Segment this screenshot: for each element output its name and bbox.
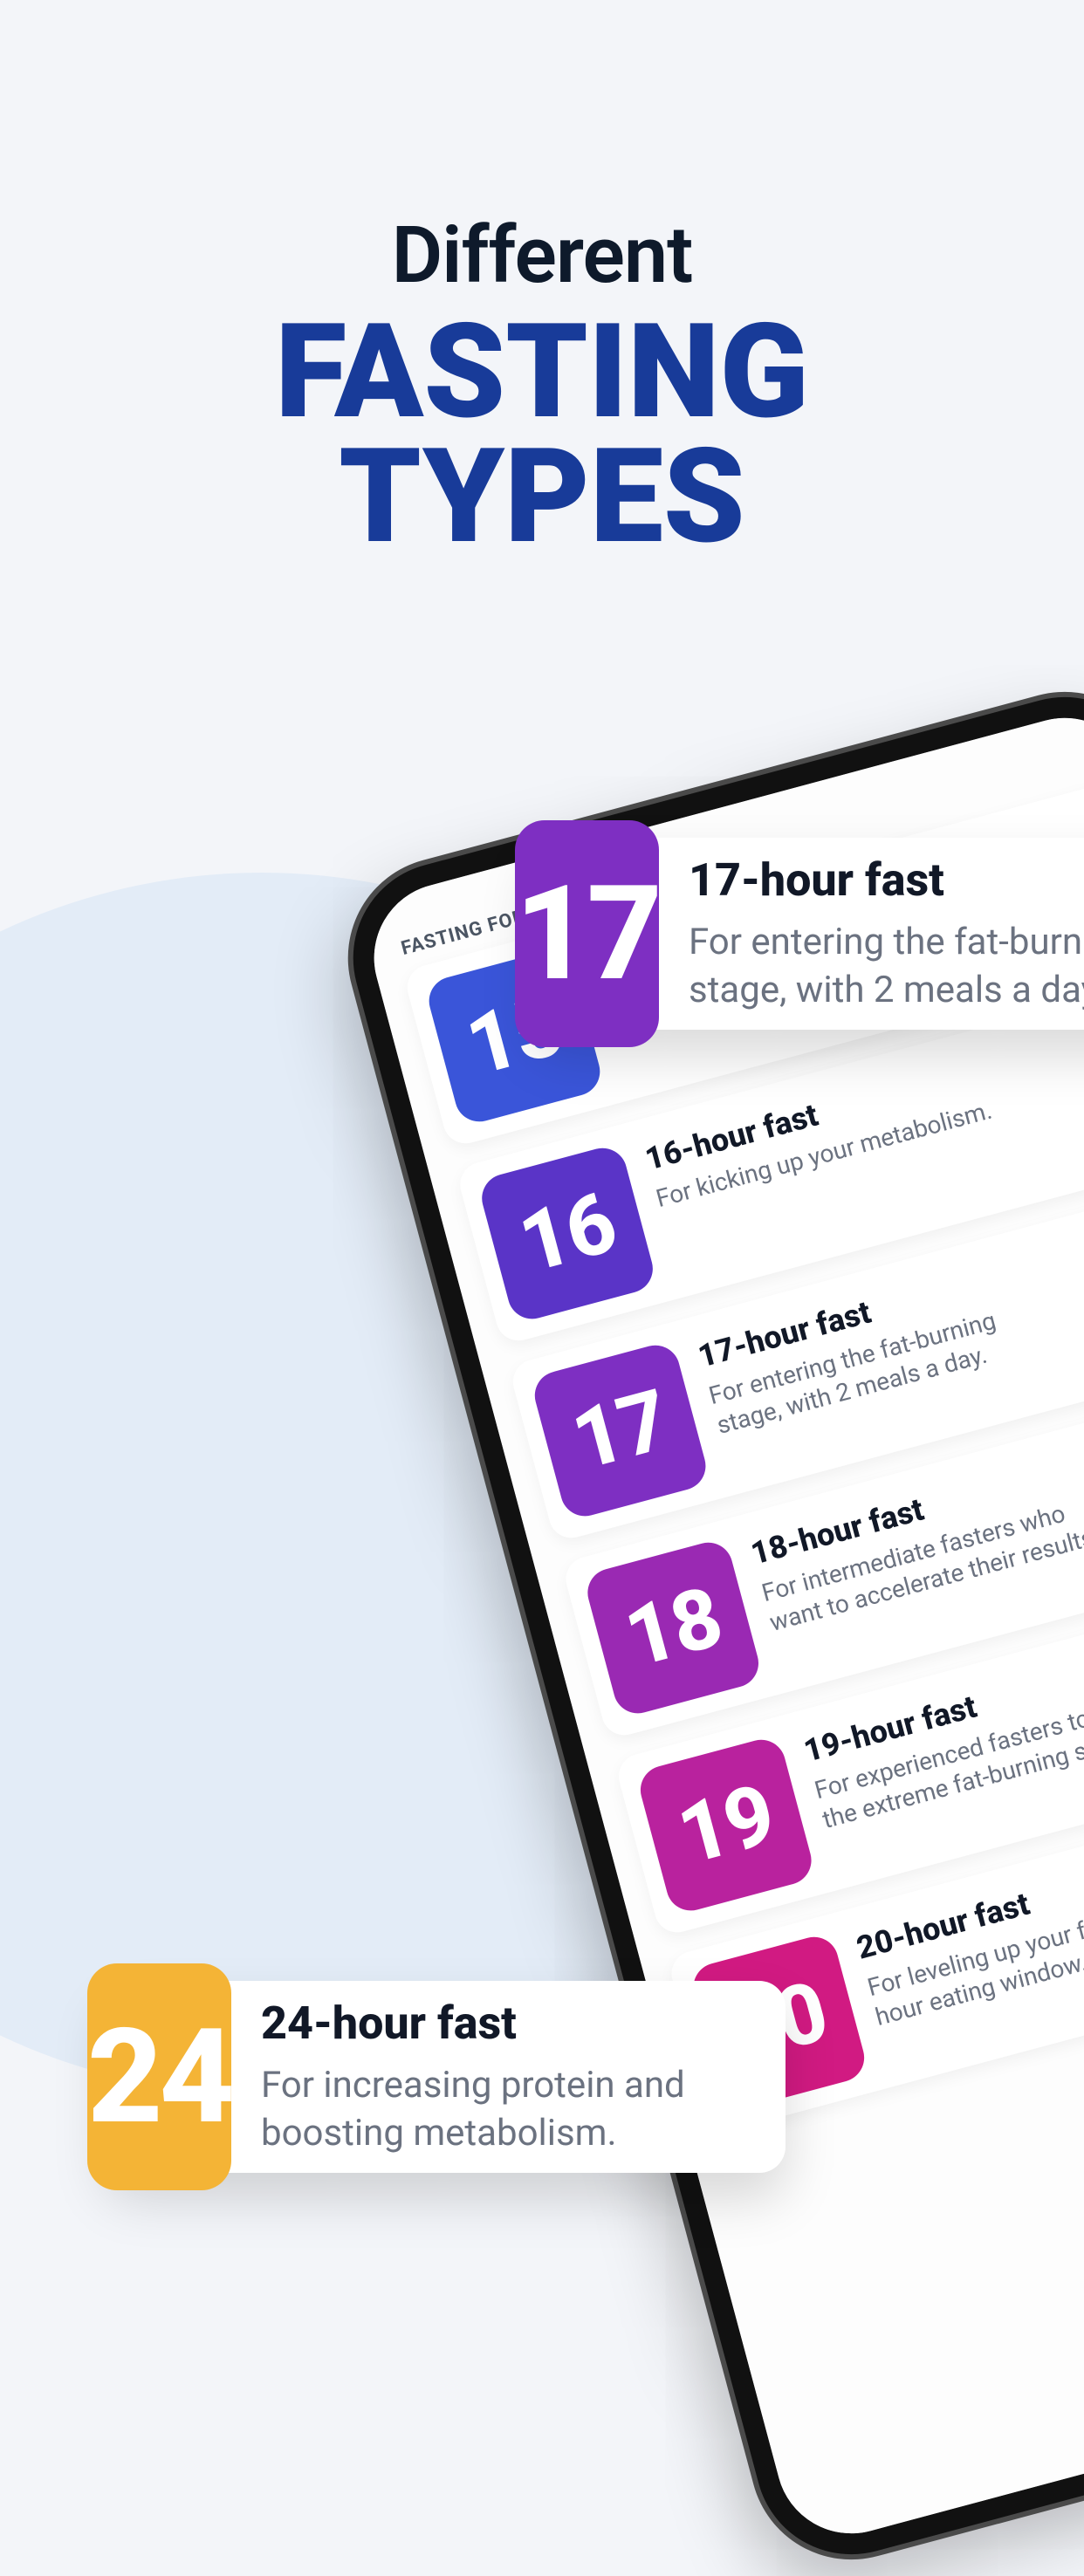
highlight-badge-24: 24 — [87, 1963, 231, 2190]
highlight-badge-17: 17 — [515, 820, 659, 1047]
heading-big-line2: TYPES — [339, 420, 745, 573]
page-heading: Different FASTING TYPES — [0, 209, 1084, 558]
highlight-num-17: 17 — [515, 857, 659, 1011]
heading-big: FASTING TYPES — [0, 310, 1084, 558]
highlight-desc-17: For entering the fat-burning stage, with… — [689, 919, 1084, 1014]
highlight-num-24: 24 — [87, 2000, 231, 2154]
highlight-text-24: 24-hour fast For increasing protein and … — [261, 1997, 733, 2157]
fasting-badge-17: 17 — [530, 1339, 711, 1521]
highlight-card-24[interactable]: 24 24-hour fast For increasing protein a… — [105, 1981, 786, 2173]
highlight-text-17: 17-hour fast For entering the fat-burnin… — [689, 853, 1084, 1014]
highlight-desc-24: For increasing protein and boosting meta… — [261, 2062, 733, 2157]
heading-small: Different — [0, 209, 1084, 301]
fasting-badge-18: 18 — [582, 1537, 764, 1718]
highlight-title-24: 24-hour fast — [261, 1997, 733, 2050]
highlight-title-17: 17-hour fast — [689, 853, 1084, 907]
highlight-card-17[interactable]: 17 17-hour fast For entering the fat-bur… — [532, 838, 1084, 1030]
fasting-badge-16: 16 — [477, 1142, 658, 1324]
fasting-badge-19: 19 — [635, 1734, 817, 1915]
